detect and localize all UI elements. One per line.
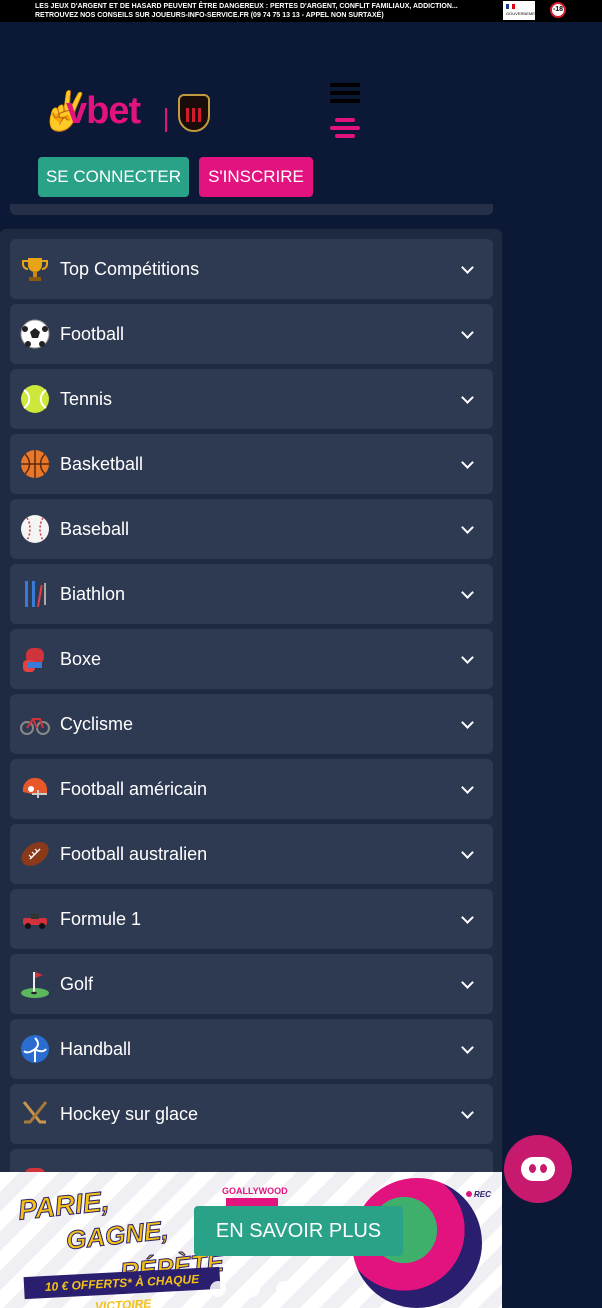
chevron-down-icon[interactable] xyxy=(458,974,478,994)
boxing-glove-icon xyxy=(20,644,50,674)
sport-item-label: Football australien xyxy=(60,844,208,864)
basketball-icon xyxy=(20,449,50,479)
sport-item-football[interactable]: Football xyxy=(10,304,493,364)
soccer-ball-icon xyxy=(20,319,50,349)
rugby-ball-icon xyxy=(20,839,50,869)
golf-flag-icon xyxy=(20,969,50,999)
sport-item-label: Golf xyxy=(60,974,94,994)
sport-item-golf[interactable]: Golf xyxy=(10,954,493,1014)
carousel-dot[interactable] xyxy=(276,1281,292,1297)
collapsed-panel-edge xyxy=(10,204,493,215)
logo-separator xyxy=(165,108,167,132)
warning-line-1: LES JEUX D'ARGENT ET DE HASARD PEUVENT Ê… xyxy=(35,3,458,10)
carousel-dots xyxy=(210,1281,310,1297)
logo-wordmark: vbet xyxy=(66,90,141,132)
rec-badge: REC xyxy=(466,1190,491,1199)
sport-item-label: Top Compétitions xyxy=(60,259,200,279)
sport-item-handball[interactable]: Handball xyxy=(10,1019,493,1079)
bicycle-icon xyxy=(20,709,50,739)
baseball-icon xyxy=(20,514,50,544)
menu-icon[interactable] xyxy=(330,83,360,107)
age-restriction-badge: -18 xyxy=(550,2,566,18)
chevron-down-icon[interactable] xyxy=(458,649,478,669)
sport-item-football-am-ricain[interactable]: Football américain xyxy=(10,759,493,819)
government-label: GOUVERNEMENT xyxy=(506,11,541,16)
chevron-down-icon[interactable] xyxy=(458,324,478,344)
warning-line-2: RETROUVEZ NOS CONSEILS SUR JOUEURS-INFO-… xyxy=(35,12,384,19)
sport-item-label: Tennis xyxy=(60,389,113,409)
chevron-down-icon[interactable] xyxy=(458,584,478,604)
login-button[interactable]: SE CONNECTER xyxy=(38,157,189,197)
trophy-icon xyxy=(20,254,50,284)
chevron-down-icon[interactable] xyxy=(458,389,478,409)
chat-support-button[interactable] xyxy=(504,1135,572,1203)
sport-item-label: Boxe xyxy=(60,649,102,669)
hamburger-menu-button[interactable] xyxy=(330,118,360,142)
hockey-sticks-icon xyxy=(20,1099,50,1129)
carousel-dot[interactable] xyxy=(244,1281,260,1297)
chat-mascot-icon xyxy=(521,1157,555,1181)
sport-item-label: Football xyxy=(60,324,125,344)
sport-item-baseball[interactable]: Baseball xyxy=(10,499,493,559)
government-logo: GOUVERNEMENT xyxy=(503,1,540,20)
sport-item-label: Basketball xyxy=(60,454,144,474)
chevron-down-icon[interactable] xyxy=(458,1104,478,1124)
chevron-down-icon[interactable] xyxy=(458,844,478,864)
sport-item-biathlon[interactable]: Biathlon xyxy=(10,564,493,624)
sport-item-boxe[interactable]: Boxe xyxy=(10,629,493,689)
handball-icon xyxy=(20,1034,50,1064)
gambling-warning-bar: LES JEUX D'ARGENT ET DE HASARD PEUVENT Ê… xyxy=(0,0,602,22)
race-car-icon xyxy=(20,904,50,934)
chevron-down-icon[interactable] xyxy=(458,519,478,539)
ogc-nice-crest-icon xyxy=(178,94,210,132)
goallywood-brand: GOALLYWOOD xyxy=(222,1186,288,1196)
sport-item-cyclisme[interactable]: Cyclisme xyxy=(10,694,493,754)
sport-item-label: Formule 1 xyxy=(60,909,142,929)
sport-item-label: Football américain xyxy=(60,779,208,799)
chevron-down-icon[interactable] xyxy=(458,259,478,279)
sport-item-tennis[interactable]: Tennis xyxy=(10,369,493,429)
french-flag-icon xyxy=(506,4,515,9)
sport-item-basketball[interactable]: Basketball xyxy=(10,434,493,494)
sport-item-label: Hockey sur glace xyxy=(60,1104,199,1124)
sport-item-football-australien[interactable]: Football australien xyxy=(10,824,493,884)
gambling-warning-text: LES JEUX D'ARGENT ET DE HASARD PEUVENT Ê… xyxy=(35,2,458,20)
carousel-dot[interactable] xyxy=(210,1281,226,1297)
signup-button[interactable]: S'INSCRIRE xyxy=(199,157,313,197)
chevron-down-icon[interactable] xyxy=(458,454,478,474)
sport-item-hockey-sur-glace[interactable]: Hockey sur glace xyxy=(10,1084,493,1144)
sport-item-label: Cyclisme xyxy=(60,714,134,734)
learn-more-button[interactable]: EN SAVOIR PLUS xyxy=(194,1206,403,1256)
chevron-down-icon[interactable] xyxy=(458,714,478,734)
promo-banner[interactable]: PARIE, GAGNE, RÉPÈTE 10 € OFFERTS* À CHA… xyxy=(0,1172,502,1308)
sport-item-label: Handball xyxy=(60,1039,132,1059)
sport-item-formule-1[interactable]: Formule 1 xyxy=(10,889,493,949)
tennis-ball-icon xyxy=(20,384,50,414)
biathlon-icon xyxy=(20,579,50,609)
vbet-logo[interactable]: ✌ vbet xyxy=(38,90,218,136)
chevron-down-icon[interactable] xyxy=(458,909,478,929)
sport-item-top-comp-titions[interactable]: Top Compétitions xyxy=(10,239,493,299)
sport-item-label: Biathlon xyxy=(60,584,126,604)
chevron-down-icon[interactable] xyxy=(458,779,478,799)
football-helmet-icon xyxy=(20,774,50,804)
chevron-down-icon[interactable] xyxy=(458,1039,478,1059)
sport-item-label: Baseball xyxy=(60,519,130,539)
